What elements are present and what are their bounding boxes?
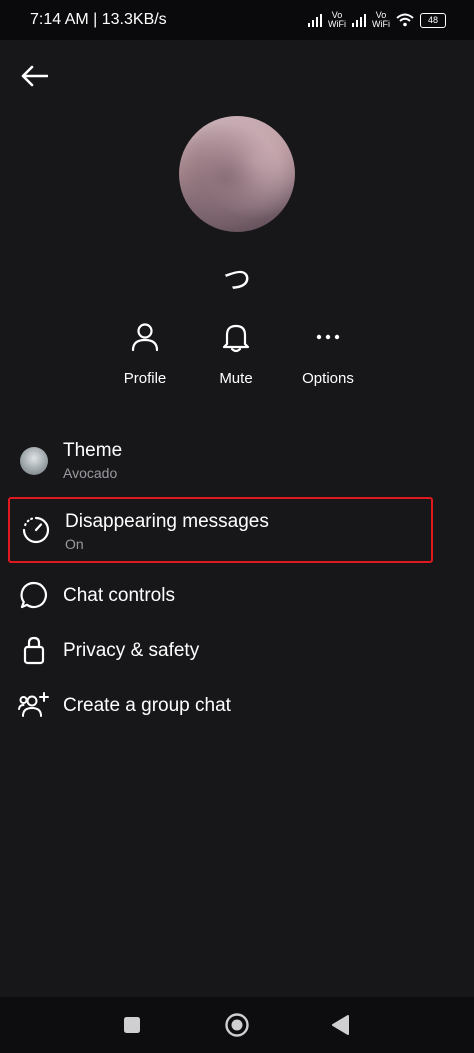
mute-action-label: Mute: [219, 370, 253, 387]
square-icon: [124, 1017, 140, 1033]
mute-action-button[interactable]: Mute: [186, 318, 286, 387]
recents-button[interactable]: [122, 1015, 142, 1035]
create-group-chat-row[interactable]: Create a group chat: [8, 672, 433, 738]
back-nav-button[interactable]: [330, 1014, 350, 1036]
person-icon: [131, 323, 159, 352]
more-horizontal-icon: [316, 334, 340, 340]
disappearing-messages-subtitle: On: [65, 536, 84, 552]
chat-controls-title: Chat controls: [63, 585, 175, 606]
disappearing-messages-title: Disappearing messages: [65, 511, 269, 532]
theme-row[interactable]: Theme Avocado: [8, 428, 433, 494]
signal-icon: [352, 13, 366, 27]
disappearing-messages-row[interactable]: Disappearing messages On: [8, 497, 433, 563]
wifi-icon: [396, 13, 414, 27]
status-time-speed: 7:14 AM | 13.3KB/s: [30, 11, 167, 28]
vowifi-label: Vo WiFi: [328, 11, 346, 29]
back-button[interactable]: [18, 60, 50, 92]
status-bar: 7:14 AM | 13.3KB/s Vo WiFi Vo WiFi 48: [0, 0, 474, 40]
app-screen: 7:14 AM | 13.3KB/s Vo WiFi Vo WiFi 48 つ …: [0, 0, 474, 1053]
add-group-icon: [18, 692, 49, 717]
arrow-left-icon: [21, 65, 48, 87]
options-action-label: Options: [302, 370, 354, 387]
create-group-chat-title: Create a group chat: [63, 695, 231, 716]
system-nav-bar: [0, 997, 474, 1053]
battery-icon: 48: [420, 12, 446, 28]
profile-action-button[interactable]: Profile: [95, 318, 195, 387]
lock-icon: [23, 636, 45, 665]
profile-action-label: Profile: [123, 370, 167, 387]
action-bar: Profile Mute Options: [0, 318, 474, 398]
chat-bubble-icon: [20, 581, 47, 609]
theme-icon: [18, 445, 50, 477]
signal-icon: [308, 13, 322, 27]
vowifi-bottom: WiFi: [328, 19, 346, 29]
privacy-safety-title: Privacy & safety: [63, 640, 200, 661]
status-icons: Vo WiFi Vo WiFi 48: [308, 11, 446, 29]
vowifi-label: Vo WiFi: [372, 11, 390, 29]
home-circle-icon: [225, 1013, 249, 1037]
theme-subtitle: Avocado: [63, 465, 118, 481]
vowifi-bottom: WiFi: [372, 19, 390, 29]
timer-icon: [22, 516, 50, 544]
theme-title: Theme: [63, 440, 123, 461]
triangle-back-icon: [332, 1015, 349, 1035]
profile-name: つ: [222, 264, 251, 295]
options-action-button[interactable]: Options: [278, 318, 378, 387]
bell-icon: [222, 324, 250, 353]
profile-avatar[interactable]: [179, 116, 295, 232]
home-button[interactable]: [224, 1012, 250, 1038]
